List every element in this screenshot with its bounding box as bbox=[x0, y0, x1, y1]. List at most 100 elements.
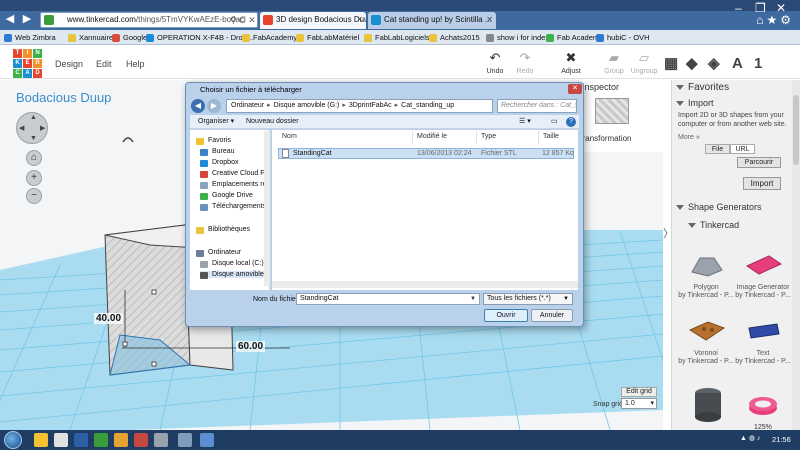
more-link[interactable]: More » bbox=[678, 133, 790, 142]
bookmark-item[interactable]: FabLabLogiciels bbox=[364, 31, 430, 44]
excel-taskbar-icon[interactable] bbox=[94, 433, 108, 447]
import-button[interactable]: Import bbox=[743, 177, 781, 190]
filetype-select[interactable]: Tous les fichiers (*.*) ▼ bbox=[483, 293, 573, 305]
edit-grid-button[interactable]: Edit grid bbox=[621, 387, 657, 397]
app-taskbar-icon[interactable] bbox=[154, 433, 168, 447]
home-icon[interactable]: ⌂ bbox=[756, 13, 766, 27]
gear-icon[interactable]: ⚙ bbox=[780, 13, 794, 27]
shape-image-generator[interactable]: Image Generator by Tinkercad - P... bbox=[733, 250, 793, 300]
redo-button[interactable]: ↷ Redo bbox=[508, 50, 542, 75]
breadcrumb-subfolder[interactable]: Cat_standing_up bbox=[401, 102, 454, 109]
file-name[interactable]: StandingCat bbox=[293, 150, 332, 157]
adjust-button[interactable]: ✖ Adjust bbox=[554, 50, 588, 75]
group-button[interactable]: ▰ Group bbox=[597, 50, 631, 75]
import-header[interactable]: Import bbox=[676, 98, 714, 108]
bookmark-item[interactable]: Google bbox=[112, 31, 147, 44]
zoom-out-icon[interactable]: − bbox=[26, 188, 42, 204]
column-modified[interactable]: Modifié le bbox=[417, 133, 447, 140]
tinkercad-section-header[interactable]: Tinkercad bbox=[688, 220, 739, 230]
start-button[interactable] bbox=[4, 431, 22, 449]
menu-design[interactable]: Design bbox=[55, 59, 83, 69]
numbers-view-icon[interactable]: 1 bbox=[754, 54, 774, 74]
breadcrumb-folder[interactable]: 3DprintFabAc bbox=[349, 102, 392, 109]
tab-url[interactable]: URL bbox=[730, 144, 755, 154]
cancel-button[interactable]: Annuler bbox=[531, 309, 573, 322]
browse-button[interactable]: Parcourir bbox=[737, 157, 781, 168]
undo-button[interactable]: ↶ Undo bbox=[478, 50, 512, 75]
tinkercad-logo[interactable]: T I N K E R C A D bbox=[13, 49, 42, 78]
dialog-search-input[interactable]: Rechercher dans : Cat_s... bbox=[497, 99, 577, 113]
bookmark-item[interactable]: Achats2015 bbox=[429, 31, 480, 44]
solid-view-icon[interactable]: ◆ bbox=[686, 54, 706, 74]
ungroup-button[interactable]: ▱ Ungroup bbox=[627, 50, 661, 75]
nav-downloads[interactable]: Téléchargements bbox=[200, 203, 266, 211]
nav-pane-scrollbar[interactable] bbox=[264, 131, 270, 286]
tab-tinkercad-design[interactable]: 3D design Bodacious Duup ... ✕ bbox=[260, 12, 366, 29]
nav-recent-places[interactable]: Emplacements réc bbox=[200, 181, 270, 189]
column-type[interactable]: Type bbox=[481, 133, 496, 140]
dialog-close-button[interactable]: ✕ bbox=[568, 84, 582, 94]
dialog-back-icon[interactable]: ◀ bbox=[191, 99, 205, 113]
system-tray[interactable]: ▲ ◍ ♪ bbox=[740, 432, 770, 446]
preview-pane-icon[interactable]: ▭ bbox=[551, 116, 558, 128]
zoom-in-icon[interactable]: + bbox=[26, 170, 42, 186]
url-actions[interactable]: ⚲ C ✕ bbox=[230, 12, 258, 28]
bookmark-item[interactable]: FabLabMatériel bbox=[296, 31, 359, 44]
menu-edit[interactable]: Edit bbox=[96, 59, 112, 69]
tab-file[interactable]: File bbox=[705, 144, 730, 154]
nav-desktop[interactable]: Bureau bbox=[200, 148, 235, 156]
orbit-down-icon[interactable]: ▼ bbox=[30, 135, 37, 142]
close-tab-icon[interactable]: ✕ bbox=[486, 12, 493, 28]
letters-view-icon[interactable]: A bbox=[732, 54, 752, 74]
column-size[interactable]: Taille bbox=[543, 133, 559, 140]
sidebar-scroll-thumb[interactable] bbox=[793, 95, 799, 165]
dialog-forward-icon[interactable]: ▶ bbox=[207, 99, 221, 113]
nav-libraries[interactable]: Bibliothèques bbox=[196, 226, 250, 234]
shape-voronoi[interactable]: Voronoi by Tinkercad - P... bbox=[676, 316, 736, 366]
dialog-path-bar[interactable]: Ordinateur ▸ Disque amovible (G:) ▸ 3DprintF… bbox=[226, 99, 493, 113]
orbit-up-icon[interactable]: ▲ bbox=[30, 114, 37, 121]
bookmark-item[interactable]: hubiC - OVH bbox=[596, 31, 650, 44]
dimension-width-label[interactable]: 60.00 bbox=[236, 341, 266, 352]
box-view-icon[interactable]: ◈ bbox=[708, 54, 728, 74]
new-folder-button[interactable]: Nouveau dossier bbox=[246, 116, 299, 128]
view-options-icon[interactable]: ☰ ▾ bbox=[519, 116, 531, 128]
shape-generators-header[interactable]: Shape Generators bbox=[676, 202, 762, 212]
bookmark-item[interactable]: Web Zimbra bbox=[4, 31, 56, 44]
close-tab-icon[interactable]: ✕ bbox=[356, 12, 363, 28]
design-title[interactable]: Bodacious Duup bbox=[16, 90, 111, 105]
bookmark-item[interactable]: show i for index bbox=[486, 31, 549, 44]
tube-shape-icon[interactable] bbox=[745, 392, 781, 420]
nav-dropbox[interactable]: Dropbox bbox=[200, 159, 238, 167]
tab-cat-standing-up[interactable]: Cat standing up! by Scintilla ... ✕ bbox=[368, 12, 496, 29]
menu-help[interactable]: Help bbox=[126, 59, 145, 69]
bookmark-item[interactable]: FabAcademy bbox=[242, 31, 297, 44]
grid-view-icon[interactable]: ▦ bbox=[664, 54, 684, 74]
forward-icon[interactable]: ▶ bbox=[20, 12, 34, 26]
view-cube-orbit[interactable]: ▲ ▼ ◀ ▶ bbox=[16, 112, 48, 144]
orbit-right-icon[interactable]: ▶ bbox=[40, 124, 45, 132]
bookmark-item[interactable]: Xannuaire bbox=[68, 31, 113, 44]
app-taskbar-icon[interactable] bbox=[54, 433, 68, 447]
minimize-icon[interactable]: – bbox=[735, 1, 742, 15]
dimension-depth-label[interactable]: 40.00 bbox=[94, 313, 124, 324]
file-list-hscrollbar[interactable] bbox=[272, 281, 578, 288]
orbit-left-icon[interactable]: ◀ bbox=[19, 124, 24, 132]
help-icon[interactable]: ? bbox=[566, 117, 576, 127]
snap-grid-select[interactable]: 1.0 ▾ bbox=[621, 398, 657, 409]
bookmark-item[interactable]: Fab Academy bbox=[546, 31, 603, 44]
acrobat-taskbar-icon[interactable] bbox=[134, 433, 148, 447]
hole-swatch[interactable] bbox=[595, 98, 629, 124]
explorer-taskbar-icon[interactable] bbox=[34, 433, 48, 447]
back-icon[interactable]: ◀ bbox=[3, 12, 17, 26]
browser-toolbar-icons[interactable]: ⌂★⚙ bbox=[748, 12, 794, 28]
nav-computer[interactable]: Ordinateur bbox=[196, 249, 241, 257]
star-icon[interactable]: ★ bbox=[766, 13, 780, 27]
collapse-panel-icon[interactable]: 〉 bbox=[663, 222, 674, 246]
shape-polygon[interactable]: Polygon by Tinkercad - P... bbox=[676, 250, 736, 300]
organize-button[interactable]: Organiser ▾ bbox=[198, 116, 234, 128]
open-button[interactable]: Ouvrir bbox=[484, 309, 528, 322]
chrome-taskbar-icon[interactable] bbox=[114, 433, 128, 447]
nav-creative-cloud[interactable]: Creative Cloud Fil bbox=[200, 170, 268, 178]
filename-input[interactable]: StandingCat ▼ bbox=[296, 293, 480, 305]
